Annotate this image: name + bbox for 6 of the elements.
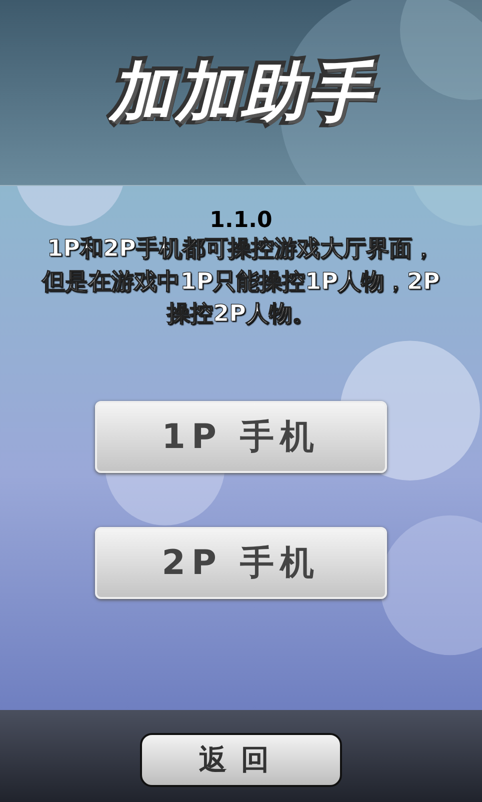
version-text: 1.1.0 bbox=[210, 208, 272, 233]
back-button[interactable]: 返回 bbox=[140, 733, 342, 787]
description-text: 1P和2P手机都可操控游戏大厅界面，但是在游戏中1P只能操控1P人物，2P操控2P人物。 bbox=[40, 235, 441, 330]
phone-button[interactable]: 2P 手机 bbox=[95, 526, 387, 599]
app-logo: 加加助手 bbox=[109, 55, 373, 132]
phone-button[interactable]: 1P 手机 bbox=[95, 400, 387, 473]
